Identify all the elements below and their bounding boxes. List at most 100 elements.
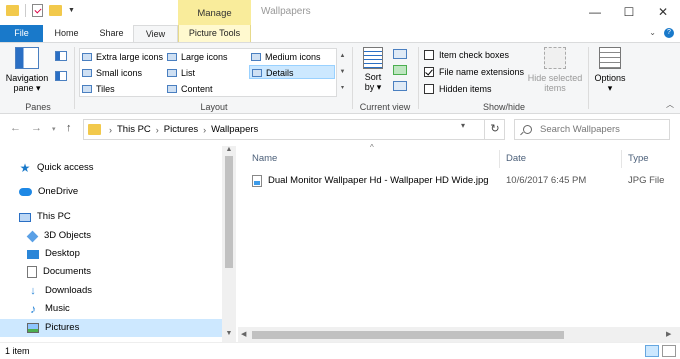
nav-item-label: OneDrive (38, 186, 79, 197)
image-file-icon (252, 175, 262, 187)
layout-small-icons[interactable]: Small icons (80, 66, 142, 80)
tab-file[interactable]: File (0, 25, 43, 42)
scroll-right-icon[interactable]: ▶ (666, 330, 671, 338)
nav-item-desktop[interactable]: Desktop (27, 245, 80, 263)
details-pane-icon[interactable] (55, 71, 67, 81)
file-row[interactable]: Dual Monitor Wallpaper Hd - Wallpaper HD… (252, 172, 664, 189)
tab-view[interactable]: View (133, 25, 178, 43)
size-columns-to-fit-icon[interactable] (393, 81, 407, 91)
item-check-boxes-checkbox[interactable] (424, 50, 434, 60)
nav-item-label: 3D Objects (44, 230, 91, 241)
layout-gallery-scroller[interactable]: ▲ ▼ ▾ (338, 48, 347, 97)
back-arrow-icon[interactable]: ← (10, 122, 21, 134)
group-divider (588, 47, 589, 109)
maximize-button[interactable]: ☐ (612, 0, 646, 25)
file-list-horizontal-scrollbar[interactable]: ◀ ▶ (238, 327, 680, 342)
hidden-items-checkbox[interactable] (424, 84, 434, 94)
scroll-down-icon[interactable]: ▼ (222, 330, 236, 337)
scroll-down-icon[interactable]: ▼ (338, 64, 347, 80)
preview-pane-icon[interactable] (55, 51, 67, 61)
scroll-up-icon[interactable]: ▲ (338, 48, 347, 64)
layout-extra-large-icons[interactable]: Extra large icons (80, 50, 163, 64)
nav-item-3d-objects[interactable]: 3D Objects (26, 227, 91, 245)
collapse-ribbon-icon[interactable]: ︿ (666, 99, 674, 110)
breadcrumb-separator-icon[interactable]: › (203, 125, 206, 135)
tab-home[interactable]: Home (43, 25, 90, 42)
nav-item-documents[interactable]: Documents (27, 263, 91, 281)
search-input[interactable]: Search Wallpapers (514, 119, 670, 140)
new-folder-icon[interactable] (49, 5, 62, 16)
nav-pane-scroll-thumb[interactable] (225, 156, 233, 268)
details-view-button[interactable] (645, 345, 659, 357)
close-button[interactable]: ✕ (646, 0, 680, 25)
nav-pane-scrollbar[interactable]: ▲ ▼ (222, 146, 236, 342)
title-bar: ▼ Manage Wallpapers — ☐ ✕ (0, 0, 680, 25)
scroll-left-icon[interactable]: ◀ (241, 330, 246, 338)
tab-picture-tools[interactable]: Picture Tools (178, 25, 251, 42)
group-by-icon[interactable] (393, 49, 407, 59)
address-bar[interactable]: › This PC › Pictures › Wallpapers (83, 119, 505, 140)
navigation-pane-label-line2: pane ▾ (13, 83, 41, 93)
nav-item-label: This PC (37, 211, 71, 222)
large-icons-view-button[interactable] (662, 345, 676, 357)
refresh-button[interactable]: ↻ (484, 119, 505, 140)
column-header-name[interactable]: Name (246, 150, 500, 168)
item-count: 1 item (5, 346, 30, 356)
file-name[interactable]: Dual Monitor Wallpaper Hd - Wallpaper HD… (268, 172, 489, 189)
breadcrumb-separator-icon[interactable]: › (109, 125, 112, 135)
layout-item-label: Large icons (181, 52, 228, 62)
item-check-boxes-option[interactable]: Item check boxes (424, 48, 509, 62)
sort-by-label-line2: by ▾ (364, 82, 382, 92)
expand-gallery-icon[interactable]: ▾ (338, 80, 347, 96)
customize-toolbar-chevron-icon[interactable]: ▼ (68, 7, 75, 14)
forward-arrow-icon[interactable]: → (31, 122, 42, 134)
extra-large-icons-icon (82, 53, 92, 61)
nav-item-quick-access[interactable]: ★ Quick access (19, 159, 94, 177)
hide-selected-items-button[interactable]: Hide selected items (526, 47, 584, 93)
nav-item-pictures[interactable]: Pictures (0, 319, 222, 337)
nav-item-this-pc[interactable]: This PC (19, 208, 71, 226)
address-history-chevron-icon[interactable]: ▾ (461, 121, 465, 130)
hide-selected-label-line2: items (544, 83, 566, 93)
search-icon (523, 125, 532, 134)
layout-content[interactable]: Content (165, 82, 213, 96)
breadcrumb-this-pc[interactable]: This PC (117, 124, 151, 135)
layout-list[interactable]: List (165, 66, 195, 80)
large-icons-icon (167, 53, 177, 61)
column-header-date[interactable]: Date (500, 150, 622, 168)
nav-item-onedrive[interactable]: OneDrive (19, 183, 78, 201)
hidden-items-option[interactable]: Hidden items (424, 82, 492, 96)
horizontal-scroll-thumb[interactable] (252, 331, 564, 339)
layout-tiles[interactable]: Tiles (80, 82, 115, 96)
file-name-extensions-option[interactable]: File name extensions (424, 65, 524, 79)
sort-by-button[interactable]: Sort by ▾ (358, 47, 388, 92)
layout-medium-icons[interactable]: Medium icons (249, 50, 321, 64)
scroll-up-icon[interactable]: ▲ (222, 146, 236, 153)
options-button[interactable]: Options ▾ (592, 47, 628, 93)
layout-large-icons[interactable]: Large icons (165, 50, 228, 64)
help-icon[interactable]: ? (664, 28, 674, 38)
file-name-extensions-checkbox[interactable] (424, 67, 434, 77)
status-bar: 1 item (0, 342, 680, 359)
options-icon (599, 47, 621, 69)
folder-icon (6, 5, 19, 16)
column-header-type[interactable]: Type (622, 150, 680, 168)
up-arrow-icon[interactable]: ↑ (66, 122, 72, 134)
add-columns-icon[interactable] (393, 65, 407, 75)
nav-item-downloads[interactable]: ↓ Downloads (27, 282, 92, 300)
breadcrumb-pictures[interactable]: Pictures (164, 124, 198, 135)
group-divider (418, 47, 419, 109)
navigation-pane-button[interactable]: Navigation pane ▾ (5, 47, 49, 93)
3d-objects-icon (26, 230, 39, 242)
layout-details[interactable]: Details (249, 65, 335, 79)
properties-icon[interactable] (32, 4, 43, 17)
recent-locations-chevron-icon[interactable]: ▾ (52, 125, 56, 133)
breadcrumb-wallpapers[interactable]: Wallpapers (211, 124, 258, 135)
tab-share[interactable]: Share (90, 25, 133, 42)
breadcrumb-separator-icon[interactable]: › (156, 125, 159, 135)
file-list-pane: ^ Name Date Type Dual Monitor Wallpaper … (238, 143, 680, 342)
expand-ribbon-chevron-icon[interactable]: ⌄ (649, 28, 656, 38)
minimize-button[interactable]: — (578, 0, 612, 25)
folder-icon (88, 124, 101, 135)
nav-item-music[interactable]: ♪ Music (27, 300, 70, 318)
